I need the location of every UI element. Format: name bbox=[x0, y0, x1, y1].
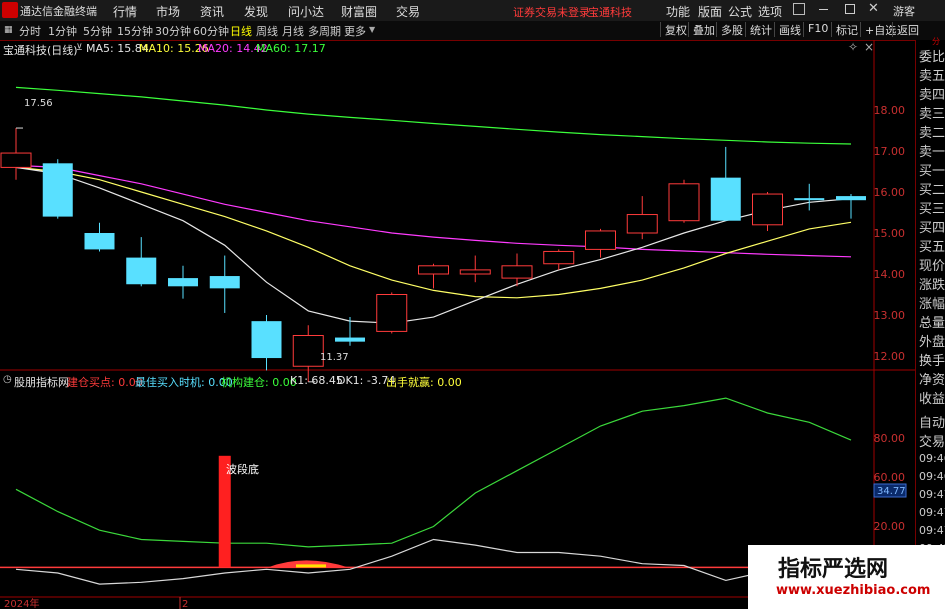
side-item-turnover[interactable]: 换手 bbox=[919, 350, 945, 369]
side-item-sell4[interactable]: 卖四 bbox=[919, 84, 945, 103]
candle-body bbox=[418, 265, 449, 275]
side-item-sell5[interactable]: 卖五 bbox=[919, 65, 945, 84]
kline-chart[interactable]: 18.00 17.00 16.00 15.00 14.00 13.00 12.0… bbox=[0, 0, 945, 609]
side-item-change[interactable]: 涨跌 bbox=[919, 274, 945, 293]
candle-body bbox=[335, 337, 365, 342]
side-item-weibi[interactable]: 委比 bbox=[919, 46, 945, 65]
quote-side-panel: 分 委比 卖五 卖四 卖三 卖二 卖一 买一 买二 买三 买四 买五 现价 涨跌… bbox=[915, 37, 945, 609]
candle-body bbox=[84, 233, 115, 250]
side-item-buy4[interactable]: 买四 bbox=[919, 217, 945, 236]
candle-body bbox=[0, 152, 32, 168]
tick-time: 09:47 bbox=[919, 488, 945, 501]
side-item-change-pct[interactable]: 涨幅 bbox=[919, 293, 945, 312]
price-tick: 17.00 bbox=[874, 145, 906, 158]
candle-body bbox=[42, 163, 73, 217]
side-item-sell1[interactable]: 卖一 bbox=[919, 141, 945, 160]
watermark-url: www.xuezhibiao.com bbox=[776, 583, 931, 598]
date-tick-year: 2024年 bbox=[4, 597, 39, 609]
ma60-line bbox=[15, 86, 852, 145]
candle-body bbox=[292, 335, 324, 367]
candle-body bbox=[251, 321, 282, 359]
side-item-sell2[interactable]: 卖二 bbox=[919, 122, 945, 141]
tick-time: 09:47 bbox=[919, 524, 945, 537]
side-item-buy2[interactable]: 买二 bbox=[919, 179, 945, 198]
watermark: 指标严选网 www.xuezhibiao.com bbox=[748, 545, 945, 609]
high-price-label: 17.56 bbox=[24, 98, 53, 109]
side-item-buy5[interactable]: 买五 bbox=[919, 236, 945, 255]
price-tick: 15.00 bbox=[874, 227, 906, 240]
side-item-net-asset[interactable]: 净资 bbox=[919, 369, 945, 388]
tick-time: 09:46 bbox=[919, 452, 945, 465]
osc-tick: 20.00 bbox=[874, 520, 906, 533]
candle-body bbox=[543, 250, 575, 265]
side-item-auto[interactable]: 自动 bbox=[919, 412, 945, 431]
candle-body bbox=[585, 230, 616, 250]
price-tick: 18.00 bbox=[874, 104, 906, 117]
side-item-buy3[interactable]: 买三 bbox=[919, 198, 945, 217]
signal-hump-highlight bbox=[296, 564, 326, 568]
watermark-title: 指标严选网 bbox=[778, 557, 889, 582]
tick-time: 09:47 bbox=[919, 506, 945, 519]
candle-body bbox=[501, 265, 533, 279]
side-item-trade[interactable]: 交易 bbox=[919, 431, 945, 450]
candle-body bbox=[668, 183, 700, 222]
candle-body bbox=[376, 294, 408, 332]
candle-body bbox=[836, 196, 866, 201]
side-item-income[interactable]: 收益 bbox=[919, 388, 945, 407]
osc-value-marker-text: 34.77 bbox=[877, 486, 906, 497]
side-item-outer[interactable]: 外盘 bbox=[919, 331, 945, 350]
candle-body bbox=[459, 269, 491, 275]
side-item-price[interactable]: 现价 bbox=[919, 255, 945, 274]
side-item-sell3[interactable]: 卖三 bbox=[919, 103, 945, 122]
candle-body bbox=[168, 278, 198, 287]
osc-tick: 60.00 bbox=[874, 471, 906, 484]
price-tick: 14.00 bbox=[874, 268, 906, 281]
candle-body bbox=[752, 193, 783, 226]
low-price-label: 11.37 bbox=[320, 352, 349, 363]
candle-body bbox=[126, 257, 157, 285]
k1-line bbox=[15, 397, 852, 548]
price-tick: 16.00 bbox=[874, 186, 906, 199]
osc-tick: 80.00 bbox=[874, 432, 906, 445]
candle-body bbox=[710, 177, 741, 221]
signal-label: 波段底 bbox=[226, 462, 259, 476]
candle-body bbox=[209, 276, 240, 289]
candle-body bbox=[794, 198, 825, 201]
candle-body bbox=[626, 214, 658, 234]
price-tick: 12.00 bbox=[874, 350, 906, 363]
date-tick-month: 2 bbox=[182, 599, 188, 609]
tick-time: 09:46 bbox=[919, 470, 945, 483]
side-item-buy1[interactable]: 买一 bbox=[919, 160, 945, 179]
side-item-volume[interactable]: 总量 bbox=[919, 312, 945, 331]
dk1-line bbox=[15, 538, 852, 585]
price-tick: 13.00 bbox=[874, 309, 906, 322]
